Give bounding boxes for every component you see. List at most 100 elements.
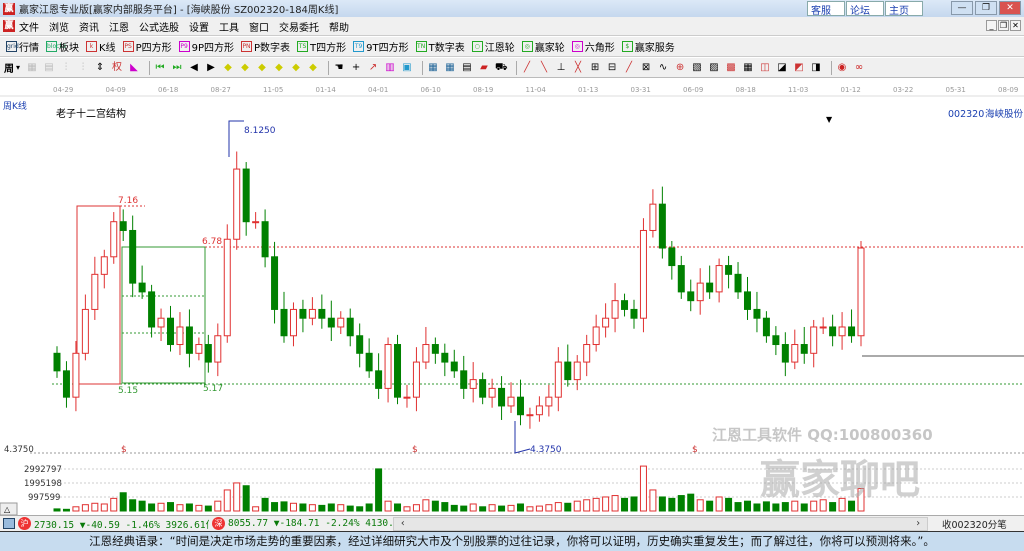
toolbar-12-button[interactable]: $ 赢家服务 <box>621 39 675 54</box>
tool-icon[interactable]: ⊥ <box>555 62 567 74</box>
candle-body[interactable] <box>271 256 279 310</box>
tool-icon[interactable]: ⇕ <box>94 62 106 74</box>
candle-body[interactable] <box>649 203 657 231</box>
tool-icon[interactable]: ∿ <box>657 62 669 74</box>
candle-body[interactable] <box>753 308 761 319</box>
zoom-icon[interactable]: ◆ <box>273 62 285 74</box>
candle-body[interactable] <box>668 247 676 267</box>
toolbar-0-button[interactable]: grid 行情 <box>6 39 39 54</box>
candle-body[interactable] <box>100 256 108 275</box>
candle-body[interactable] <box>157 317 165 328</box>
scroll-right-icon[interactable]: › <box>915 518 921 530</box>
toolbar-10-button[interactable]: ◎ 赢家轮 <box>521 39 565 54</box>
tool-icon[interactable]: ▨ <box>708 62 720 74</box>
toolbar-8-button[interactable]: TN T数字表 <box>415 39 465 54</box>
candle-body[interactable] <box>460 370 468 389</box>
toolbar-5-button[interactable]: PN P数字表 <box>241 39 290 54</box>
menu-news[interactable]: 资讯 <box>79 19 99 34</box>
candle-body[interactable] <box>554 361 562 398</box>
candle-body[interactable] <box>573 361 581 381</box>
restore-button[interactable]: ❐ <box>975 1 997 15</box>
toolbar-7-button[interactable]: T9 9T四方形 <box>353 39 409 54</box>
tool-icon[interactable]: ▦ <box>742 62 754 74</box>
candle-body[interactable] <box>611 300 619 319</box>
report-icon[interactable]: ▤ <box>461 62 473 74</box>
candle-body[interactable] <box>772 335 780 346</box>
mdi-minimize-button[interactable]: _ <box>986 20 997 31</box>
candle-body[interactable] <box>375 370 383 389</box>
close-button[interactable]: ✕ <box>999 1 1021 15</box>
candle-body[interactable] <box>762 317 770 337</box>
zoom-icon[interactable]: ◆ <box>307 62 319 74</box>
candle-body[interactable] <box>819 326 827 329</box>
toolbar-11-button[interactable]: ◎ 六角形 <box>571 39 615 54</box>
candle-body[interactable] <box>450 361 458 372</box>
candle-body[interactable] <box>677 265 685 293</box>
candle-body[interactable] <box>119 221 127 231</box>
candle-body[interactable] <box>857 247 865 337</box>
kline-chart[interactable]: 周K线 老子十二宫结构 002320 海峡股份 ▼ 04-29 04-09 06-1… <box>0 79 1024 515</box>
dropdown-icon[interactable]: ▼ <box>826 115 833 124</box>
candle-body[interactable] <box>791 344 799 363</box>
candle-body[interactable] <box>412 361 420 398</box>
candle-body[interactable] <box>148 291 156 328</box>
candle-body[interactable] <box>630 308 638 319</box>
candle-body[interactable] <box>706 282 714 293</box>
color-wheel-icon[interactable]: ◉ <box>836 62 848 74</box>
candle-body[interactable] <box>223 238 231 337</box>
tool-icon[interactable]: ⫶ <box>77 62 89 74</box>
candle-body[interactable] <box>743 291 751 310</box>
candle-body[interactable] <box>261 221 269 258</box>
toolbar-3-button[interactable]: PS P四方形 <box>122 39 172 54</box>
menu-help[interactable]: 帮助 <box>329 19 349 34</box>
candle-body[interactable] <box>318 308 326 319</box>
candle-body[interactable] <box>564 361 572 381</box>
tool-icon[interactable]: ⊕ <box>674 62 686 74</box>
menu-tools[interactable]: 工具 <box>219 19 239 34</box>
toolbar-2-button[interactable]: k K线 <box>86 39 116 54</box>
candle-body[interactable] <box>687 291 695 302</box>
tool-icon[interactable]: ▣ <box>401 62 413 74</box>
candle-body[interactable] <box>384 344 392 389</box>
mdi-close-button[interactable]: ✕ <box>1010 20 1021 31</box>
hand-icon[interactable]: ☚ <box>333 62 345 74</box>
candle-body[interactable] <box>829 326 837 337</box>
tick-detail[interactable]: 收002320分笔 <box>942 517 1007 531</box>
tool-icon[interactable]: ▤ <box>43 62 55 74</box>
tool-icon[interactable]: ▥ <box>384 62 396 74</box>
menu-gann[interactable]: 江恩 <box>109 19 129 34</box>
toolbar-9-button[interactable]: ○ 江恩轮 <box>471 39 515 54</box>
candle-body[interactable] <box>337 317 345 328</box>
candle-body[interactable] <box>214 335 222 363</box>
candle-body[interactable] <box>327 317 335 328</box>
next-icon[interactable]: ▶ <box>205 62 217 74</box>
candle-body[interactable] <box>233 168 241 240</box>
candle-body[interactable] <box>498 387 506 407</box>
candle-body[interactable] <box>696 282 704 302</box>
candle-body[interactable] <box>441 352 449 363</box>
candle-body[interactable] <box>479 379 487 398</box>
minimize-button[interactable]: — <box>951 1 973 15</box>
tool-icon[interactable]: ◩ <box>793 62 805 74</box>
period-select[interactable]: 周 <box>4 60 14 75</box>
menu-browse[interactable]: 浏览 <box>49 19 69 34</box>
link-forum[interactable]: 论坛 <box>846 1 884 17</box>
candle-body[interactable] <box>800 344 808 354</box>
tool-icon[interactable]: ╳ <box>572 62 584 74</box>
menu-window[interactable]: 窗口 <box>249 19 269 34</box>
candle-body[interactable] <box>110 221 118 258</box>
scroll-left-icon[interactable]: ‹ <box>400 518 406 530</box>
candle-body[interactable] <box>602 317 610 328</box>
crosshair-icon[interactable]: + <box>350 62 362 74</box>
candle-body[interactable] <box>838 326 846 337</box>
calc-icon[interactable] <box>3 518 15 529</box>
infinity-icon[interactable]: ∞ <box>853 62 865 74</box>
candle-body[interactable] <box>299 308 307 319</box>
tool-icon[interactable]: ▩ <box>725 62 737 74</box>
candle-body[interactable] <box>507 396 515 407</box>
link-home[interactable]: 主页 <box>885 1 923 17</box>
toolbar-1-button[interactable]: blocks 板块 <box>46 39 79 54</box>
tool-icon[interactable]: ╲ <box>538 62 550 74</box>
tool-icon[interactable]: ╱ <box>623 62 635 74</box>
menu-file[interactable]: 文件 <box>19 19 39 34</box>
